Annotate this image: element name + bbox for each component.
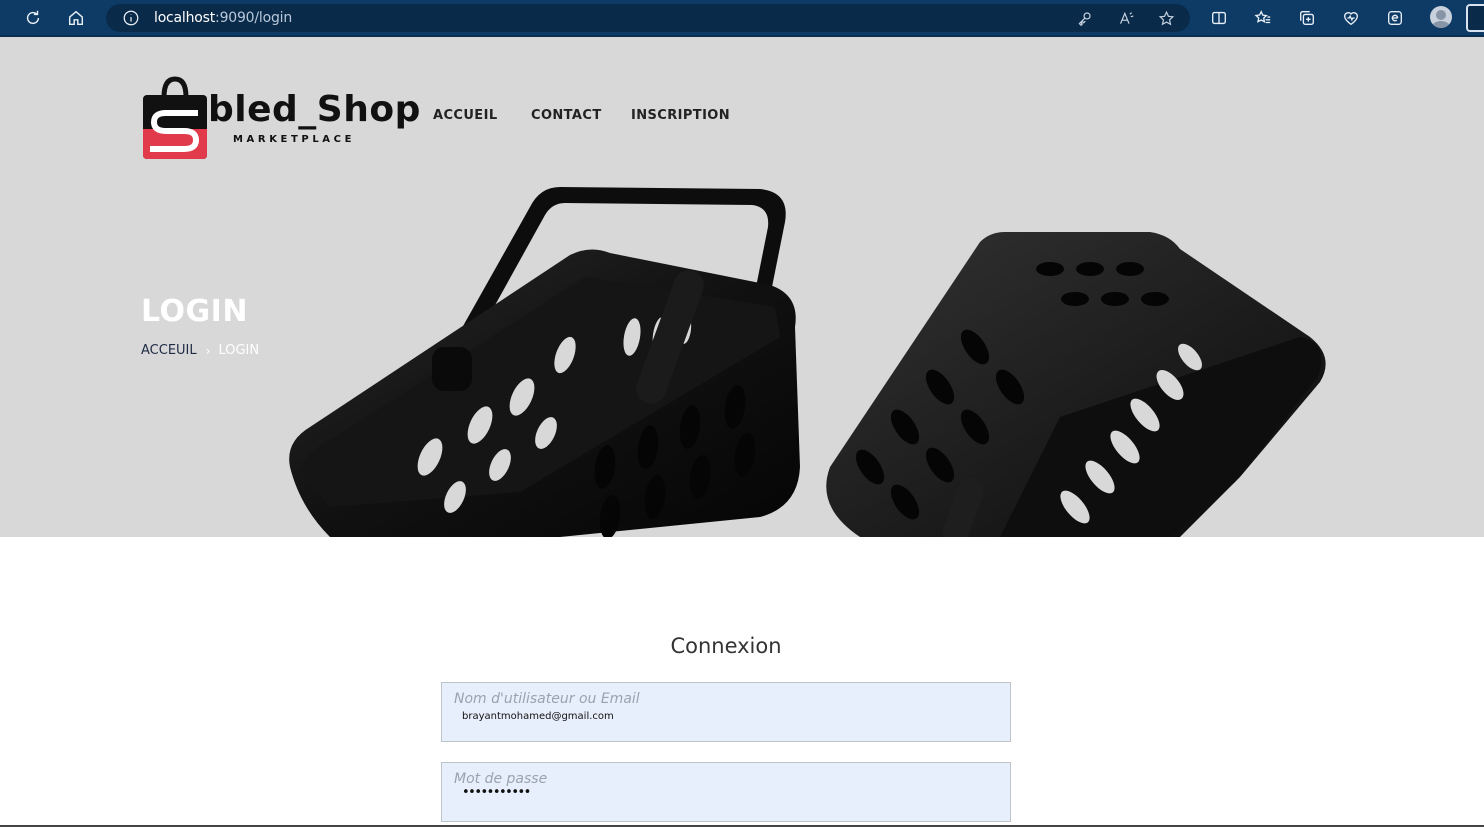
favorite-star-icon[interactable] [1156, 8, 1176, 28]
nav-item-accueil[interactable]: ACCUEIL [433, 108, 498, 123]
password-field[interactable]: Mot de passe ••••••••••• [441, 762, 1011, 822]
username-placeholder: Nom d'utilisateur ou Email [454, 691, 640, 707]
url-path: :9090/login [215, 10, 293, 26]
brand-name: bled_Shop [208, 89, 421, 130]
key-icon[interactable] [1074, 8, 1094, 28]
browser-essentials-icon[interactable] [1339, 6, 1363, 30]
sidebar-toggle-icon[interactable] [1466, 4, 1484, 32]
password-value: ••••••••••• [462, 785, 531, 800]
profile-avatar[interactable] [1430, 6, 1452, 28]
url-host: localhost [154, 10, 216, 26]
info-icon[interactable] [122, 9, 140, 27]
address-bar[interactable]: localhost:9090/login [106, 4, 1190, 32]
breadcrumb-current: LOGIN [218, 343, 260, 358]
browser-toolbar: localhost:9090/login [0, 0, 1484, 37]
login-form-title: Connexion [670, 634, 782, 658]
url-text[interactable]: localhost:9090/login [154, 10, 292, 26]
breadcrumb-home-link[interactable]: ACCEUIL [141, 343, 197, 358]
shopping-bag-logo-icon [143, 76, 207, 159]
brand-logo[interactable]: bled_Shop [142, 75, 420, 159]
hero-banner: bled_Shop MARKETPLACE ACCUEIL CONTACT IN… [0, 37, 1484, 537]
edge-copilot-icon[interactable] [1383, 6, 1407, 30]
nav-item-contact[interactable]: CONTACT [531, 108, 602, 123]
chevron-right-icon: › [205, 343, 211, 358]
reload-icon[interactable] [19, 4, 47, 32]
username-value: brayantmohamed@gmail.com [462, 711, 614, 722]
username-field[interactable]: Nom d'utilisateur ou Email brayantmohame… [441, 682, 1011, 742]
favorites-icon[interactable] [1251, 6, 1275, 30]
split-screen-icon[interactable] [1207, 6, 1231, 30]
page-title: LOGIN [141, 294, 248, 329]
breadcrumb: ACCEUIL › LOGIN [141, 343, 259, 358]
read-aloud-icon[interactable] [1116, 8, 1136, 28]
home-icon[interactable] [62, 4, 90, 32]
brand-tagline: MARKETPLACE [233, 134, 356, 145]
collections-icon[interactable] [1295, 6, 1319, 30]
nav-item-inscription[interactable]: INSCRIPTION [631, 108, 730, 123]
